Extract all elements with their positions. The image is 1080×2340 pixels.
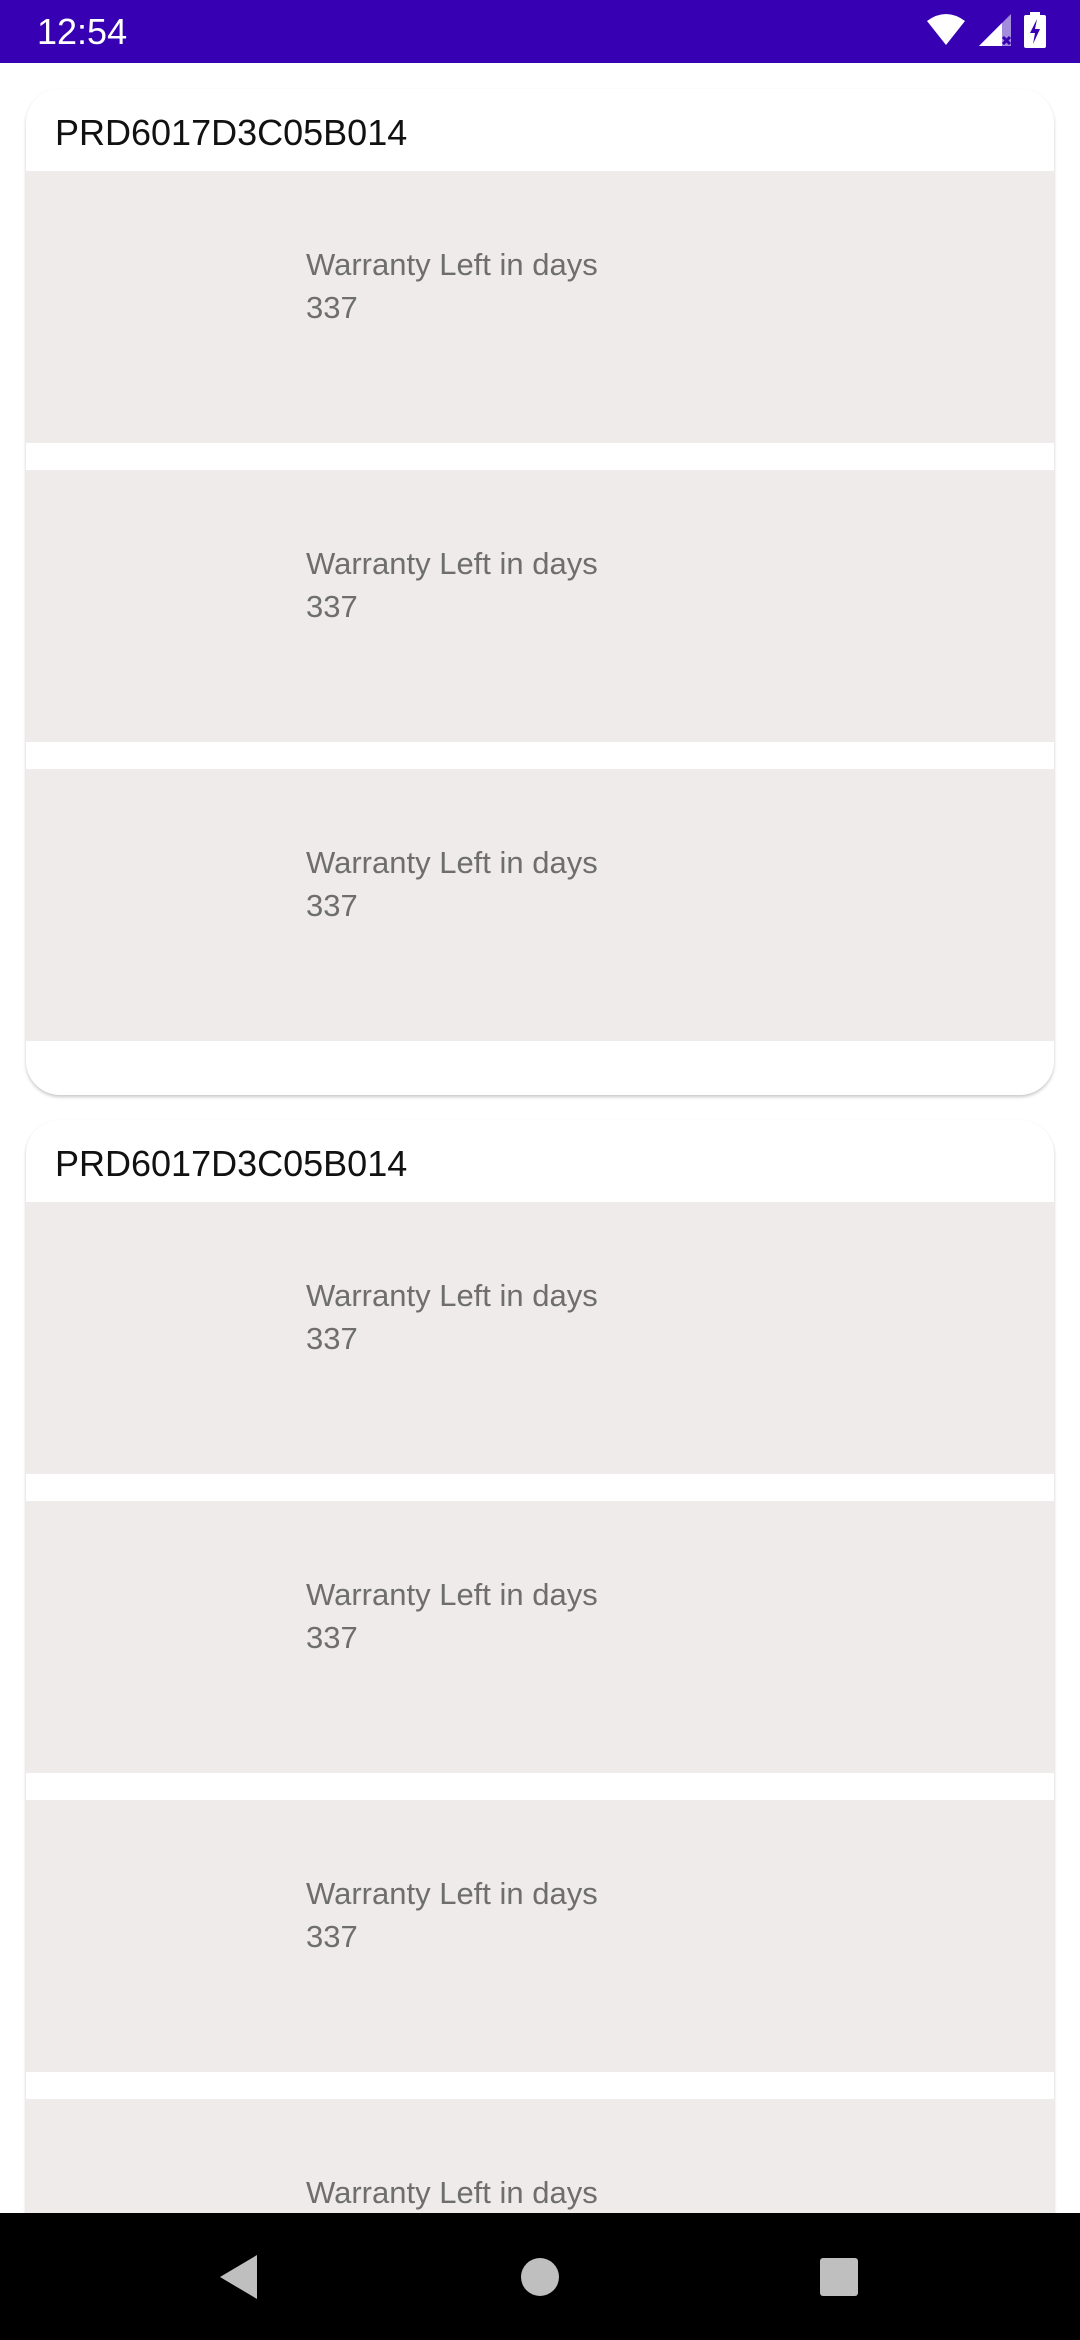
battery-icon — [1024, 11, 1046, 53]
warranty-label: Warranty Left in days — [306, 845, 598, 880]
warranty-item[interactable]: Warranty Left in days 337 — [26, 1800, 1054, 2072]
warranty-label: Warranty Left in days — [306, 1577, 598, 1612]
status-time: 12:54 — [37, 11, 128, 52]
product-card[interactable]: PRD6017D3C05B014 Warranty Left in days 3… — [26, 1120, 1054, 2213]
home-icon[interactable] — [504, 2241, 576, 2313]
warranty-days-value: 337 — [306, 1620, 358, 1655]
warranty-item[interactable]: Warranty Left in days — [26, 2099, 1054, 2213]
warranty-item[interactable]: Warranty Left in days 337 — [26, 1501, 1054, 1773]
back-icon[interactable] — [203, 2241, 275, 2313]
warranty-item[interactable]: Warranty Left in days 337 — [26, 769, 1054, 1041]
status-bar: 12:54 — [0, 0, 1080, 63]
product-card[interactable]: PRD6017D3C05B014 Warranty Left in days 3… — [26, 89, 1054, 1095]
recents-icon[interactable] — [803, 2241, 875, 2313]
warranty-item[interactable]: Warranty Left in days 337 — [26, 171, 1054, 443]
warranty-days-value: 337 — [306, 1321, 358, 1356]
warranty-label: Warranty Left in days — [306, 247, 598, 282]
warranty-days-value: 337 — [306, 290, 358, 325]
wifi-icon — [926, 13, 966, 51]
warranty-item[interactable]: Warranty Left in days 337 — [26, 470, 1054, 742]
product-list[interactable]: PRD6017D3C05B014 Warranty Left in days 3… — [0, 63, 1080, 2213]
warranty-label: Warranty Left in days — [306, 2175, 598, 2210]
product-id: PRD6017D3C05B014 — [55, 112, 408, 153]
status-icons — [926, 11, 1046, 53]
warranty-days-value: 337 — [306, 888, 358, 923]
warranty-label: Warranty Left in days — [306, 1278, 598, 1313]
warranty-label: Warranty Left in days — [306, 1876, 598, 1911]
warranty-days-value: 337 — [306, 589, 358, 624]
signal-icon — [978, 13, 1012, 52]
warranty-item[interactable]: Warranty Left in days 337 — [26, 1202, 1054, 1474]
navigation-bar — [0, 2213, 1080, 2340]
warranty-label: Warranty Left in days — [306, 546, 598, 581]
product-id: PRD6017D3C05B014 — [55, 1143, 408, 1184]
screen: 12:54 PRD6017D3C05B014 Warranty Left in … — [0, 0, 1080, 2340]
warranty-days-value: 337 — [306, 1919, 358, 1954]
